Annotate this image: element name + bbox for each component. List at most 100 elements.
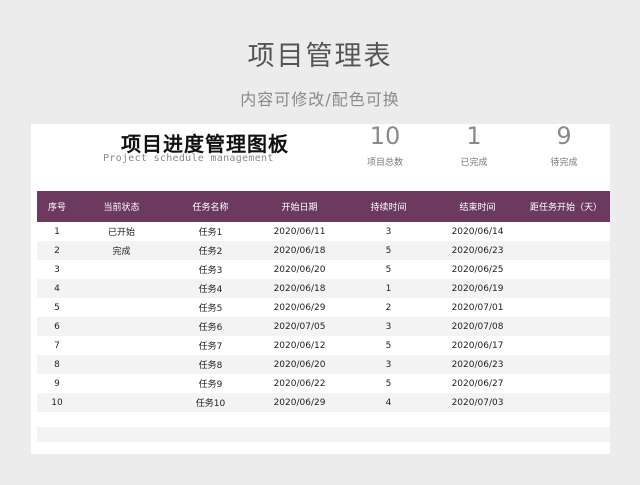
table-cell[interactable] [77, 355, 166, 374]
table-cell[interactable]: 2020/06/20 [255, 260, 344, 279]
stat-completed-value: 1 [466, 122, 482, 150]
table-cell[interactable]: 2020/06/23 [433, 241, 522, 260]
table-cell[interactable]: 2020/06/23 [433, 355, 522, 374]
table-cell[interactable]: 任务10 [166, 393, 255, 412]
column-header[interactable]: 序号 [37, 191, 77, 222]
table-cell[interactable]: 任务8 [166, 355, 255, 374]
page-subtitle: 内容可修改/配色可换 [240, 90, 400, 109]
table-cell[interactable]: 任务1 [166, 222, 255, 241]
table-cell[interactable]: 2020/06/29 [255, 393, 344, 412]
table-cell[interactable]: 2020/06/11 [255, 222, 344, 241]
column-header[interactable]: 距任务开始（天） [522, 191, 610, 222]
table-cell[interactable]: 2020/06/14 [433, 222, 522, 241]
table-cell[interactable]: 10 [37, 393, 77, 412]
table-body: 1 已开始 任务1 2020/06/11 3 2020/06/14 2 完成 任… [37, 222, 610, 412]
table-cell[interactable]: 2020/06/12 [255, 336, 344, 355]
stat-pending-value: 9 [556, 122, 572, 150]
table-footer-band [37, 427, 610, 442]
table-cell[interactable]: 2020/07/05 [255, 317, 344, 336]
column-header[interactable]: 任务名称 [166, 191, 255, 222]
table-cell[interactable]: 3 [344, 222, 433, 241]
table-cell[interactable]: 已开始 [77, 222, 166, 241]
table-cell[interactable] [522, 241, 610, 260]
table-cell[interactable] [522, 336, 610, 355]
table-cell[interactable]: 任务4 [166, 279, 255, 298]
table-cell[interactable]: 4 [344, 393, 433, 412]
table-cell[interactable]: 完成 [77, 241, 166, 260]
table-cell[interactable]: 2020/06/25 [433, 260, 522, 279]
table-cell[interactable] [77, 393, 166, 412]
table-cell[interactable]: 2020/06/20 [255, 355, 344, 374]
table-cell[interactable]: 2020/06/22 [255, 374, 344, 393]
table-cell[interactable]: 5 [37, 298, 77, 317]
table-cell[interactable] [522, 393, 610, 412]
table-cell[interactable]: 2020/07/01 [433, 298, 522, 317]
page-title: 项目管理表 [247, 41, 393, 72]
table-row: 4 任务4 2020/06/18 1 2020/06/19 [37, 279, 610, 298]
table-cell[interactable]: 任务9 [166, 374, 255, 393]
table-cell[interactable]: 任务2 [166, 241, 255, 260]
table-cell[interactable] [522, 298, 610, 317]
table-cell[interactable]: 2 [37, 241, 77, 260]
table-row: 7 任务7 2020/06/12 5 2020/06/17 [37, 336, 610, 355]
column-header[interactable]: 结束时间 [433, 191, 522, 222]
table-cell[interactable]: 3 [344, 317, 433, 336]
table-row: 9 任务9 2020/06/22 5 2020/06/27 [37, 374, 610, 393]
table-row: 6 任务6 2020/07/05 3 2020/07/08 [37, 317, 610, 336]
table-cell[interactable]: 3 [344, 355, 433, 374]
table-cell[interactable]: 9 [37, 374, 77, 393]
table-cell[interactable] [522, 279, 610, 298]
table-cell[interactable]: 任务6 [166, 317, 255, 336]
table-cell[interactable]: 4 [37, 279, 77, 298]
table-cell[interactable] [77, 336, 166, 355]
table-cell[interactable] [522, 355, 610, 374]
table-cell[interactable] [522, 222, 610, 241]
table-cell[interactable]: 1 [344, 279, 433, 298]
stat-total-label: 项目总数 [366, 158, 403, 168]
table-cell[interactable]: 1 [37, 222, 77, 241]
stat-pending: 9 待完成 [524, 124, 604, 168]
schedule-table: 序号 当前状态 任务名称 开始日期 持续时间 结束时间 距任务开始（天） 1 已… [37, 191, 610, 412]
table-cell[interactable]: 3 [37, 260, 77, 279]
table-cell[interactable] [522, 317, 610, 336]
schedule-sheet: 项目进度管理图板 Project schedule management 10 … [31, 124, 610, 454]
table-cell[interactable]: 任务3 [166, 260, 255, 279]
table-cell[interactable]: 5 [344, 260, 433, 279]
table-row: 3 任务3 2020/06/20 5 2020/06/25 [37, 260, 610, 279]
table-row: 1 已开始 任务1 2020/06/11 3 2020/06/14 [37, 222, 610, 241]
table-cell[interactable]: 2020/07/08 [433, 317, 522, 336]
table-row: 8 任务8 2020/06/20 3 2020/06/23 [37, 355, 610, 374]
table-cell[interactable]: 任务5 [166, 298, 255, 317]
table-cell[interactable] [77, 298, 166, 317]
stat-pending-label: 待完成 [550, 158, 578, 168]
table-cell[interactable] [77, 260, 166, 279]
table-cell[interactable] [77, 374, 166, 393]
table-cell[interactable]: 8 [37, 355, 77, 374]
table-cell[interactable] [522, 260, 610, 279]
table-row: 10 任务10 2020/06/29 4 2020/07/03 [37, 393, 610, 412]
column-header[interactable]: 当前状态 [77, 191, 166, 222]
table-cell[interactable]: 5 [344, 241, 433, 260]
table-cell[interactable]: 2020/06/27 [433, 374, 522, 393]
column-header[interactable]: 开始日期 [255, 191, 344, 222]
table-cell[interactable]: 2020/06/17 [433, 336, 522, 355]
table-header-row: 序号 当前状态 任务名称 开始日期 持续时间 结束时间 距任务开始（天） [37, 191, 610, 222]
table-cell[interactable]: 任务7 [166, 336, 255, 355]
table-cell[interactable]: 2 [344, 298, 433, 317]
table-cell[interactable]: 5 [344, 336, 433, 355]
table-cell[interactable]: 2020/06/18 [255, 241, 344, 260]
table-cell[interactable] [77, 317, 166, 336]
table-cell[interactable]: 2020/07/03 [433, 393, 522, 412]
table-cell[interactable]: 2020/06/19 [433, 279, 522, 298]
table-cell[interactable]: 5 [344, 374, 433, 393]
table-cell[interactable] [522, 374, 610, 393]
column-header[interactable]: 持续时间 [344, 191, 433, 222]
board-subtitle: Project schedule management [103, 153, 274, 164]
table-cell[interactable]: 2020/06/29 [255, 298, 344, 317]
table-row: 2 完成 任务2 2020/06/18 5 2020/06/23 [37, 241, 610, 260]
stat-total-projects: 10 项目总数 [345, 124, 425, 168]
table-cell[interactable]: 6 [37, 317, 77, 336]
table-cell[interactable]: 7 [37, 336, 77, 355]
table-cell[interactable]: 2020/06/18 [255, 279, 344, 298]
table-cell[interactable] [77, 279, 166, 298]
